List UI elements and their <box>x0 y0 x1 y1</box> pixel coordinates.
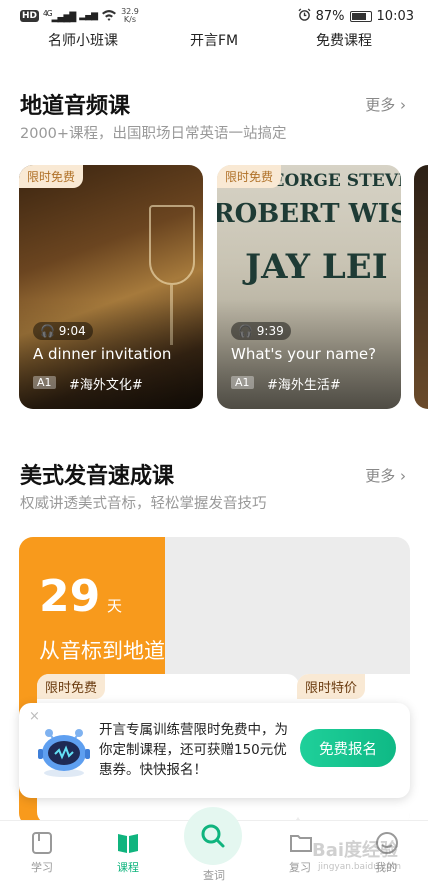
tab-courses[interactable]: 课程 <box>98 831 158 875</box>
audio-card-name[interactable]: GEORGE STEVE ROBERT WIS JAY LEI 限时免费 🎧 9… <box>217 165 401 409</box>
special-price-badge: 限时特价 <box>297 674 366 699</box>
promo-slogan: 从音标到地道 <box>39 639 165 663</box>
chevron-right-icon: › <box>400 467 406 485</box>
status-bar: HD 4G▂▄▆█ ▂▄▆ 32.9 K/s 87% 10:03 <box>0 0 428 32</box>
tab-label: 课程 <box>117 861 139 874</box>
level-badge: A1 <box>231 376 254 389</box>
free-badge: 限时免费 <box>217 165 282 188</box>
more-label: 更多 <box>365 467 396 485</box>
close-icon[interactable]: × <box>29 709 40 724</box>
pron-section-subtitle: 权威讲透美式音标，轻松掌握发音技巧 <box>20 496 267 512</box>
battery-icon <box>349 10 372 22</box>
duration-value: 9:39 <box>256 324 284 338</box>
nav-item-small-class[interactable]: 名师小班课 <box>48 30 118 50</box>
level-badge: A1 <box>33 376 56 389</box>
audio-section-subtitle: 2000+课程，出国职场日常英语一站搞定 <box>20 126 287 142</box>
alarm-icon <box>298 7 311 25</box>
more-label: 更多 <box>365 96 396 114</box>
headphones-icon: 🎧 <box>40 324 55 338</box>
robot-mascot-icon <box>35 723 93 779</box>
wine-glass-image <box>149 205 195 285</box>
wifi-icon <box>101 9 117 24</box>
card-title: What's your name? <box>231 345 377 363</box>
network-type: 4G <box>43 9 53 18</box>
nav-item-free-courses[interactable]: 免费课程 <box>316 30 372 50</box>
sign-text-line: ROBERT WIS <box>217 199 401 229</box>
headphones-icon: 🎧 <box>238 324 253 338</box>
audio-card-dinner[interactable]: 限时免费 🎧 9:04 A dinner invitation A1 #海外文化… <box>19 165 203 409</box>
lookup-fab[interactable] <box>184 807 242 865</box>
audio-more-link[interactable]: 更多 › <box>365 94 406 115</box>
card-tag: #海外生活# <box>267 378 341 393</box>
tab-study[interactable]: 学习 <box>12 831 72 875</box>
signal-icon: 4G▂▄▆█ <box>43 9 76 23</box>
signal-icon-2: ▂▄▆ <box>79 11 98 21</box>
tab-label: 学习 <box>31 861 53 874</box>
tab-label: 复习 <box>289 861 311 874</box>
clock: 10:03 <box>376 8 414 24</box>
watermark-url: jingyan.baidu.com <box>318 862 402 872</box>
battery-percent: 87% <box>315 8 345 24</box>
signup-popup: × 开言专属训练营限时免费中，为你定制课程，还可获赠150元优惠券。快快报名！ … <box>19 703 410 798</box>
card-tag: #海外文化# <box>69 378 143 393</box>
duration-badge: 🎧 9:04 <box>33 322 93 340</box>
pron-more-link[interactable]: 更多 › <box>365 465 406 486</box>
search-icon <box>201 824 225 848</box>
audio-card-partial[interactable] <box>414 165 428 409</box>
folder-icon <box>289 831 312 855</box>
nav-item-fm[interactable]: 开言FM <box>190 30 238 50</box>
promo-days-unit: 天 <box>107 597 123 615</box>
speed-unit: K/s <box>123 15 137 24</box>
sign-text-line: JAY LEI <box>245 247 388 287</box>
watermark-logo: Bai度经验 <box>312 840 399 861</box>
tab-lookup[interactable]: 查词 <box>184 867 244 883</box>
hd-icon: HD <box>20 10 40 22</box>
promo-days-number: 29 <box>39 571 101 622</box>
study-icon <box>31 831 53 855</box>
audio-section-title: 地道音频课 <box>20 94 131 119</box>
free-badge: 限时免费 <box>37 674 106 699</box>
top-nav: 名师小班课 开言FM 免费课程 <box>0 30 428 54</box>
network-speed: 32.9 K/s <box>121 8 139 24</box>
card-title: A dinner invitation <box>33 345 172 363</box>
free-badge: 限时免费 <box>19 165 84 188</box>
chevron-right-icon: › <box>400 96 406 114</box>
pron-section-title: 美式发音速成课 <box>20 464 175 489</box>
popup-message: 开言专属训练营限时免费中，为你定制课程，还可获赠150元优惠券。快快报名！ <box>99 722 288 778</box>
tab-label: 查词 <box>203 869 225 882</box>
free-signup-button[interactable]: 免费报名 <box>300 729 396 767</box>
courses-icon <box>117 831 139 855</box>
duration-badge: 🎧 9:39 <box>231 322 291 340</box>
duration-value: 9:04 <box>58 324 86 338</box>
